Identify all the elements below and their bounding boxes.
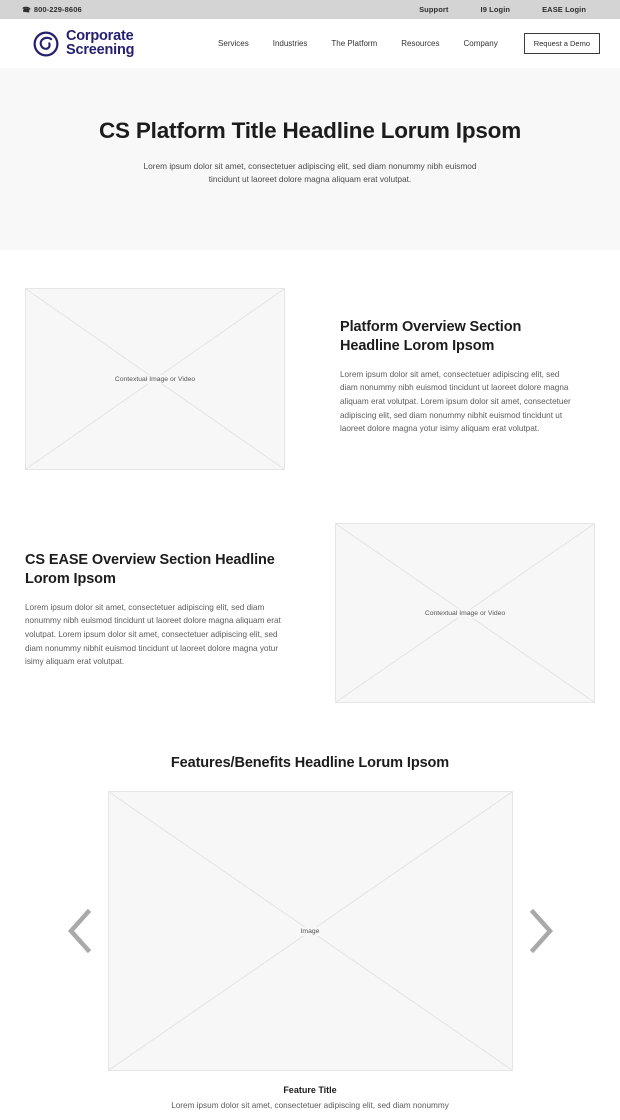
utility-link-support[interactable]: Support — [419, 5, 448, 14]
carousel-slide-label: Image — [297, 926, 323, 936]
phone-icon: ☎ — [21, 5, 32, 15]
utility-link-i9-login[interactable]: I9 Login — [481, 5, 511, 14]
features-benefits-section: Features/Benefits Headline Lorum Ipsom I… — [0, 755, 620, 1112]
feature-caption: Feature Title Lorem ipsum dolor sit amet… — [0, 1085, 620, 1112]
carousel-next-button[interactable] — [513, 909, 569, 953]
logo-line-2: Screening — [66, 42, 135, 58]
nav-item-services[interactable]: Services — [218, 39, 249, 48]
feature-description: Lorem ipsum dolor sit amet, consectetuer… — [171, 1101, 449, 1110]
platform-body: Lorem ipsum dolor sit amet, consectetuer… — [340, 369, 571, 434]
ease-headline: CS EASE Overview Section Headline Lorom … — [25, 552, 275, 587]
carousel-slide-placeholder[interactable]: Image — [107, 791, 513, 1071]
chevron-left-icon — [67, 909, 91, 953]
platform-media-label: Contextual Image or Video — [111, 374, 199, 384]
site-header: Corporate Screening Services Industries … — [0, 19, 620, 68]
hero-section: CS Platform Title Headline Lorum Ipsom L… — [0, 68, 620, 250]
nav-item-industries[interactable]: Industries — [273, 39, 308, 48]
nav-item-company[interactable]: Company — [463, 39, 497, 48]
phone-number[interactable]: ☎ 800-229-8606 — [21, 5, 82, 15]
ease-body: Lorem ipsum dolor sit amet, consectetuer… — [25, 602, 281, 667]
platform-text-column: Platform Overview Section Headline Lorom… — [340, 288, 575, 436]
hero-title: CS Platform Title Headline Lorum Ipsom — [98, 118, 522, 143]
ease-media-label: Contextual Image or Video — [421, 608, 509, 618]
ease-overview-section: CS EASE Overview Section Headline Lorom … — [0, 523, 620, 703]
nav-item-resources[interactable]: Resources — [401, 39, 439, 48]
platform-overview-section: Contextual Image or Video Platform Overv… — [0, 288, 620, 470]
utility-bar: ☎ 800-229-8606 Support I9 Login EASE Log… — [0, 0, 620, 19]
features-carousel: Image — [0, 791, 620, 1071]
nav-item-the-platform[interactable]: The Platform — [331, 39, 377, 48]
carousel-prev-button[interactable] — [52, 909, 108, 953]
request-a-demo-button[interactable]: Request a Demo — [523, 33, 600, 54]
ease-text-column: CS EASE Overview Section Headline Lorom … — [25, 523, 281, 669]
hero-subtitle: Lorem ipsum dolor sit amet, consectetuer… — [143, 161, 477, 185]
ease-media-placeholder[interactable]: Contextual Image or Video — [335, 523, 595, 703]
main-navigation: Services Industries The Platform Resourc… — [218, 33, 600, 54]
corporate-screening-swirl-icon — [33, 31, 59, 56]
chevron-right-icon — [529, 909, 553, 953]
utility-link-ease-login[interactable]: EASE Login — [542, 5, 586, 14]
site-logo[interactable]: Corporate Screening — [33, 29, 135, 58]
phone-number-text: 800-229-8606 — [33, 5, 82, 14]
site-logo-text: Corporate Screening — [66, 29, 135, 58]
platform-media-placeholder[interactable]: Contextual Image or Video — [25, 288, 285, 470]
feature-title: Feature Title — [283, 1085, 337, 1095]
platform-headline: Platform Overview Section Headline Lorom… — [340, 319, 522, 354]
utility-links: Support I9 Login EASE Login — [419, 5, 598, 14]
features-headline: Features/Benefits Headline Lorum Ipsom — [170, 755, 450, 771]
